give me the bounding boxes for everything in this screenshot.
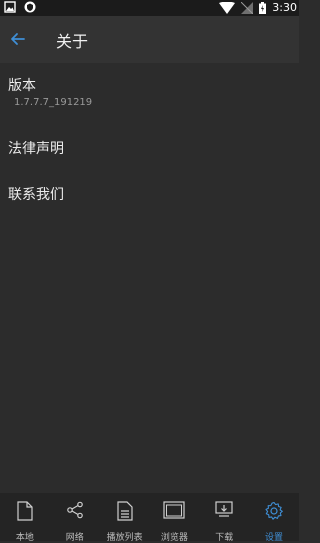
status-bar: 3:30 xyxy=(0,0,299,16)
gear-icon xyxy=(265,501,283,520)
bottom-nav: 本地 网络 播放列表 浏览器 下载 设置 xyxy=(0,493,299,543)
nav-settings[interactable]: 设置 xyxy=(249,493,299,543)
contact-us-title: 联系我们 xyxy=(8,187,64,203)
page-title: 关于 xyxy=(56,32,89,51)
nav-download[interactable]: 下载 xyxy=(199,493,249,543)
nav-network-label: 网络 xyxy=(65,533,84,543)
app-bar: 关于 xyxy=(0,16,299,63)
share-icon xyxy=(66,501,83,519)
status-time: 3:30 xyxy=(272,1,297,14)
version-item[interactable]: 版本 1.7.7.7_191219 xyxy=(8,77,288,108)
download-icon xyxy=(215,501,233,517)
nav-browser[interactable]: 浏览器 xyxy=(149,493,199,543)
signal-icon xyxy=(241,2,254,14)
about-list: 版本 1.7.7.7_191219 法律声明 联系我们 xyxy=(0,63,299,493)
gallery-icon xyxy=(4,1,16,13)
legal-notice-title: 法律声明 xyxy=(8,141,64,157)
browser-icon xyxy=(163,501,185,519)
nav-local[interactable]: 本地 xyxy=(0,493,50,543)
nav-network[interactable]: 网络 xyxy=(50,493,100,543)
nav-download-label: 下载 xyxy=(215,533,234,543)
battery-icon xyxy=(259,2,267,14)
version-title: 版本 xyxy=(8,78,36,94)
list-icon xyxy=(116,501,133,521)
shield-icon xyxy=(24,1,36,13)
file-icon xyxy=(17,501,33,521)
nav-local-label: 本地 xyxy=(15,533,34,543)
version-value: 1.7.7.7_191219 xyxy=(14,97,93,108)
back-arrow-icon[interactable] xyxy=(8,29,28,49)
wifi-icon xyxy=(219,2,236,14)
contact-us-item[interactable]: 联系我们 xyxy=(8,186,288,204)
nav-playlist-label: 播放列表 xyxy=(106,533,143,543)
legal-notice-item[interactable]: 法律声明 xyxy=(8,140,288,158)
nav-settings-label: 设置 xyxy=(265,533,284,543)
nav-playlist[interactable]: 播放列表 xyxy=(100,493,150,543)
nav-browser-label: 浏览器 xyxy=(160,533,188,543)
